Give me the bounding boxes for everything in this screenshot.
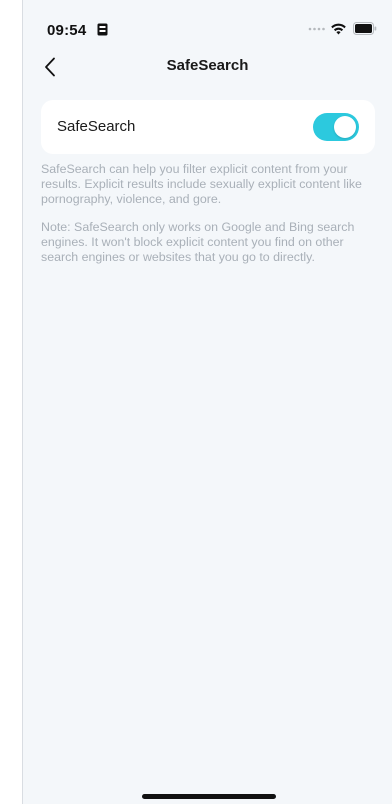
wifi-icon (331, 23, 346, 35)
safesearch-note: Note: SafeSearch only works on Google an… (41, 220, 355, 264)
id-card-icon (97, 23, 108, 36)
status-bar: 09:54 (23, 0, 392, 44)
safesearch-description: SafeSearch can help you filter explicit … (41, 162, 362, 206)
toggle-knob (334, 116, 356, 138)
battery-icon (353, 22, 377, 35)
page-title: SafeSearch (166, 57, 249, 74)
app-screen: 09:54 SafeSearch SafeSearch SafeSearch c… (22, 0, 392, 804)
safesearch-setting-card: SafeSearch (41, 100, 375, 154)
signal-dots-icon (308, 27, 325, 31)
safesearch-toggle[interactable] (313, 113, 359, 141)
safesearch-label: SafeSearch (57, 118, 136, 135)
home-indicator (142, 794, 276, 799)
status-time: 09:54 (47, 22, 87, 39)
